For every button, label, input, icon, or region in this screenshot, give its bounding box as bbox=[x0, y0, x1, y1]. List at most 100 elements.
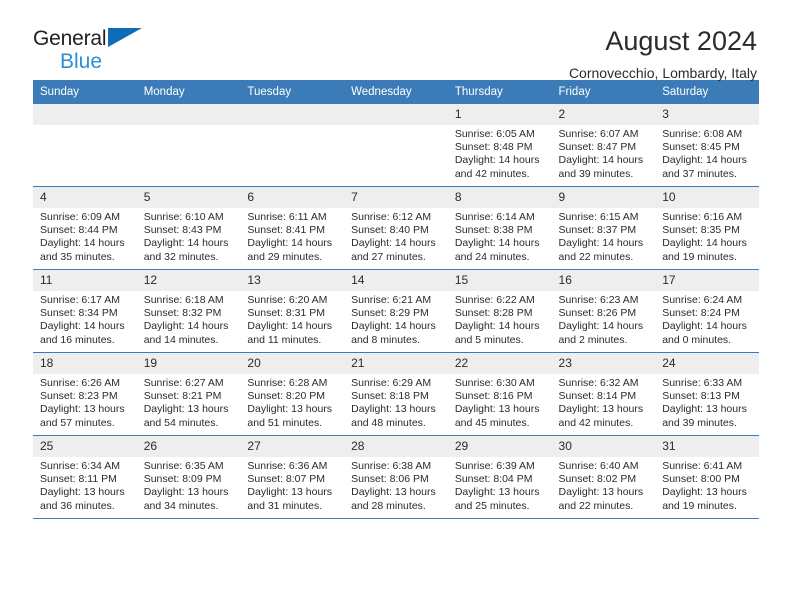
weekday-header-thursday: Thursday bbox=[447, 80, 552, 104]
weekday-header-tuesday: Tuesday bbox=[240, 80, 345, 104]
day-sunset-text: Sunset: 8:24 PM bbox=[662, 307, 740, 320]
day-sunrise-text: Sunrise: 6:20 AM bbox=[247, 294, 328, 306]
calendar-day-cell[interactable]: 26 Sunrise: 6:35 AM Sunset: 8:09 PM Dayligh… bbox=[136, 435, 241, 519]
calendar-day-cell[interactable]: 30 Sunrise: 6:40 AM Sunset: 8:02 PM Dayligh… bbox=[551, 435, 656, 519]
day-sunrise-text: Sunrise: 6:16 AM bbox=[662, 211, 743, 223]
day-sunrise-text: Sunrise: 6:32 AM bbox=[558, 377, 639, 389]
calendar-day-cell[interactable]: 16 Sunrise: 6:23 AM Sunset: 8:26 PM Dayligh… bbox=[551, 269, 656, 353]
calendar-day-cell[interactable]: 22 Sunrise: 6:30 AM Sunset: 8:16 PM Dayligh… bbox=[447, 352, 552, 436]
calendar-day-cell[interactable]: 7 Sunrise: 6:12 AM Sunset: 8:40 PM Daylight… bbox=[344, 186, 448, 270]
day-daylight-2-text: and 25 minutes. bbox=[454, 499, 530, 512]
day-sunrise-text: Sunrise: 6:05 AM bbox=[454, 128, 535, 140]
calendar-day-cell[interactable]: 19 Sunrise: 6:27 AM Sunset: 8:21 PM Dayligh… bbox=[136, 352, 241, 436]
calendar-day-cell[interactable]: 6 Sunrise: 6:11 AM Sunset: 8:41 PM Daylight… bbox=[240, 186, 345, 270]
day-daylight-1-text: Daylight: 13 hours bbox=[558, 403, 644, 416]
calendar-day-cell[interactable]: 13 Sunrise: 6:20 AM Sunset: 8:31 PM Dayligh… bbox=[240, 269, 345, 353]
calendar-day-cell[interactable]: 5 Sunrise: 6:10 AM Sunset: 8:43 PM Daylight… bbox=[136, 186, 241, 270]
calendar-week-row: 18 Sunrise: 6:26 AM Sunset: 8:23 PM Dayligh… bbox=[33, 352, 759, 436]
calendar-day-cell[interactable]: 17 Sunrise: 6:24 AM Sunset: 8:24 PM Dayligh… bbox=[655, 269, 759, 353]
day-daylight-2-text: and 48 minutes. bbox=[351, 416, 426, 429]
day-sunrise-text: Sunrise: 6:18 AM bbox=[143, 294, 224, 306]
day-daylight-2-text: and 16 minutes. bbox=[40, 333, 115, 346]
calendar-day-cell[interactable]: 25 Sunrise: 6:34 AM Sunset: 8:11 PM Dayligh… bbox=[33, 435, 137, 519]
calendar-day-cell[interactable]: 27 Sunrise: 6:36 AM Sunset: 8:07 PM Dayligh… bbox=[240, 435, 345, 519]
day-daylight-2-text: and 22 minutes. bbox=[558, 499, 634, 512]
calendar-day-cell[interactable]: 20 Sunrise: 6:28 AM Sunset: 8:20 PM Dayligh… bbox=[240, 352, 345, 436]
calendar-day-cell[interactable]: 3 Sunrise: 6:08 AM Sunset: 8:45 PM Daylight… bbox=[655, 104, 759, 187]
day-daylight-2-text: and 34 minutes. bbox=[143, 499, 219, 512]
day-details: Sunrise: 6:39 AM Sunset: 8:04 PM Daylight:… bbox=[448, 457, 552, 513]
day-number: 29 bbox=[447, 436, 552, 457]
calendar-day-cell[interactable]: 31 Sunrise: 6:41 AM Sunset: 8:00 PM Dayligh… bbox=[655, 435, 759, 519]
day-details: Sunrise: 6:05 AM Sunset: 8:48 PM Daylight:… bbox=[448, 125, 552, 181]
day-sunset-text: Sunset: 8:38 PM bbox=[454, 224, 533, 237]
calendar-day-cell[interactable]: 12 Sunrise: 6:18 AM Sunset: 8:32 PM Dayligh… bbox=[136, 269, 241, 353]
day-daylight-2-text: and 8 minutes. bbox=[351, 333, 420, 346]
day-daylight-1-text: Daylight: 14 hours bbox=[558, 154, 644, 167]
day-details: Sunrise: 6:10 AM Sunset: 8:43 PM Daylight:… bbox=[137, 208, 241, 264]
calendar-day-cell[interactable]: 9 Sunrise: 6:15 AM Sunset: 8:37 PM Daylight… bbox=[551, 186, 656, 270]
day-daylight-1-text: Daylight: 14 hours bbox=[143, 320, 229, 333]
general-blue-logo[interactable]: General Blue bbox=[33, 26, 163, 72]
day-sunset-text: Sunset: 8:00 PM bbox=[662, 473, 740, 486]
day-details: Sunrise: 6:40 AM Sunset: 8:02 PM Daylight:… bbox=[552, 457, 656, 513]
calendar-day-cell[interactable]: 15 Sunrise: 6:22 AM Sunset: 8:28 PM Dayligh… bbox=[447, 269, 552, 353]
day-sunrise-text: Sunrise: 6:26 AM bbox=[40, 377, 120, 389]
day-number: 28 bbox=[344, 436, 448, 457]
day-sunset-text: Sunset: 8:18 PM bbox=[351, 390, 429, 403]
calendar-day-cell[interactable]: 14 Sunrise: 6:21 AM Sunset: 8:29 PM Dayligh… bbox=[344, 269, 448, 353]
day-daylight-1-text: Daylight: 13 hours bbox=[454, 486, 540, 499]
sunrise-sunset-calendar: Sunday Monday Tuesday Wednesday Thursday… bbox=[33, 80, 759, 519]
day-number bbox=[136, 104, 241, 125]
logo-text-blue: Blue bbox=[60, 50, 103, 73]
calendar-day-cell[interactable]: 29 Sunrise: 6:39 AM Sunset: 8:04 PM Dayligh… bbox=[447, 435, 552, 519]
day-daylight-1-text: Daylight: 13 hours bbox=[40, 486, 125, 499]
day-daylight-2-text: and 36 minutes. bbox=[40, 499, 115, 512]
calendar-day-cell[interactable]: 28 Sunrise: 6:38 AM Sunset: 8:06 PM Dayligh… bbox=[344, 435, 448, 519]
day-sunset-text: Sunset: 8:44 PM bbox=[40, 224, 118, 237]
weekday-header-wednesday: Wednesday bbox=[344, 80, 448, 104]
day-number: 24 bbox=[655, 353, 759, 374]
calendar-day-cell[interactable]: 24 Sunrise: 6:33 AM Sunset: 8:13 PM Dayligh… bbox=[655, 352, 759, 436]
day-daylight-1-text: Daylight: 14 hours bbox=[40, 320, 125, 333]
day-number: 6 bbox=[240, 187, 345, 208]
day-number: 15 bbox=[447, 270, 552, 291]
day-details: Sunrise: 6:38 AM Sunset: 8:06 PM Daylight:… bbox=[344, 457, 448, 513]
calendar-day-cell[interactable]: 10 Sunrise: 6:16 AM Sunset: 8:35 PM Dayligh… bbox=[655, 186, 759, 270]
calendar-day-cell[interactable]: 18 Sunrise: 6:26 AM Sunset: 8:23 PM Dayligh… bbox=[33, 352, 137, 436]
day-number: 27 bbox=[240, 436, 345, 457]
calendar-day-cell[interactable]: 23 Sunrise: 6:32 AM Sunset: 8:14 PM Dayligh… bbox=[551, 352, 656, 436]
day-daylight-2-text: and 51 minutes. bbox=[247, 416, 323, 429]
day-sunrise-text: Sunrise: 6:23 AM bbox=[558, 294, 639, 306]
day-sunrise-text: Sunrise: 6:40 AM bbox=[558, 460, 639, 472]
day-details: Sunrise: 6:35 AM Sunset: 8:09 PM Daylight:… bbox=[137, 457, 241, 513]
day-sunset-text: Sunset: 8:28 PM bbox=[454, 307, 533, 320]
calendar-day-cell[interactable]: 8 Sunrise: 6:14 AM Sunset: 8:38 PM Daylight… bbox=[447, 186, 552, 270]
calendar-day-cell[interactable]: 11 Sunrise: 6:17 AM Sunset: 8:34 PM Dayligh… bbox=[33, 269, 137, 353]
weekday-header-monday: Monday bbox=[136, 80, 241, 104]
day-sunrise-text: Sunrise: 6:27 AM bbox=[143, 377, 224, 389]
day-details: Sunrise: 6:14 AM Sunset: 8:38 PM Daylight:… bbox=[448, 208, 552, 264]
day-sunrise-text: Sunrise: 6:38 AM bbox=[351, 460, 432, 472]
day-daylight-2-text: and 39 minutes. bbox=[662, 416, 737, 429]
day-number: 18 bbox=[33, 353, 137, 374]
calendar-day-cell[interactable]: 1 Sunrise: 6:05 AM Sunset: 8:48 PM Daylight… bbox=[447, 104, 552, 187]
day-daylight-1-text: Daylight: 14 hours bbox=[662, 237, 747, 250]
day-details: Sunrise: 6:15 AM Sunset: 8:37 PM Daylight:… bbox=[552, 208, 656, 264]
calendar-day-cell[interactable]: 4 Sunrise: 6:09 AM Sunset: 8:44 PM Daylight… bbox=[33, 186, 137, 270]
day-sunset-text: Sunset: 8:13 PM bbox=[662, 390, 740, 403]
day-sunrise-text: Sunrise: 6:07 AM bbox=[558, 128, 639, 140]
day-sunset-text: Sunset: 8:40 PM bbox=[351, 224, 429, 237]
day-sunrise-text: Sunrise: 6:10 AM bbox=[143, 211, 224, 223]
calendar-header-row: Sunday Monday Tuesday Wednesday Thursday… bbox=[33, 80, 759, 104]
day-daylight-2-text: and 57 minutes. bbox=[40, 416, 115, 429]
calendar-day-cell[interactable]: 2 Sunrise: 6:07 AM Sunset: 8:47 PM Daylight… bbox=[551, 104, 656, 187]
day-number bbox=[240, 104, 345, 125]
day-daylight-1-text: Daylight: 13 hours bbox=[143, 403, 229, 416]
day-sunrise-text: Sunrise: 6:14 AM bbox=[454, 211, 535, 223]
day-sunrise-text: Sunrise: 6:17 AM bbox=[40, 294, 120, 306]
day-details bbox=[137, 125, 241, 128]
calendar-day-cell[interactable]: 21 Sunrise: 6:29 AM Sunset: 8:18 PM Dayligh… bbox=[344, 352, 448, 436]
day-number: 26 bbox=[136, 436, 241, 457]
day-number: 4 bbox=[33, 187, 137, 208]
